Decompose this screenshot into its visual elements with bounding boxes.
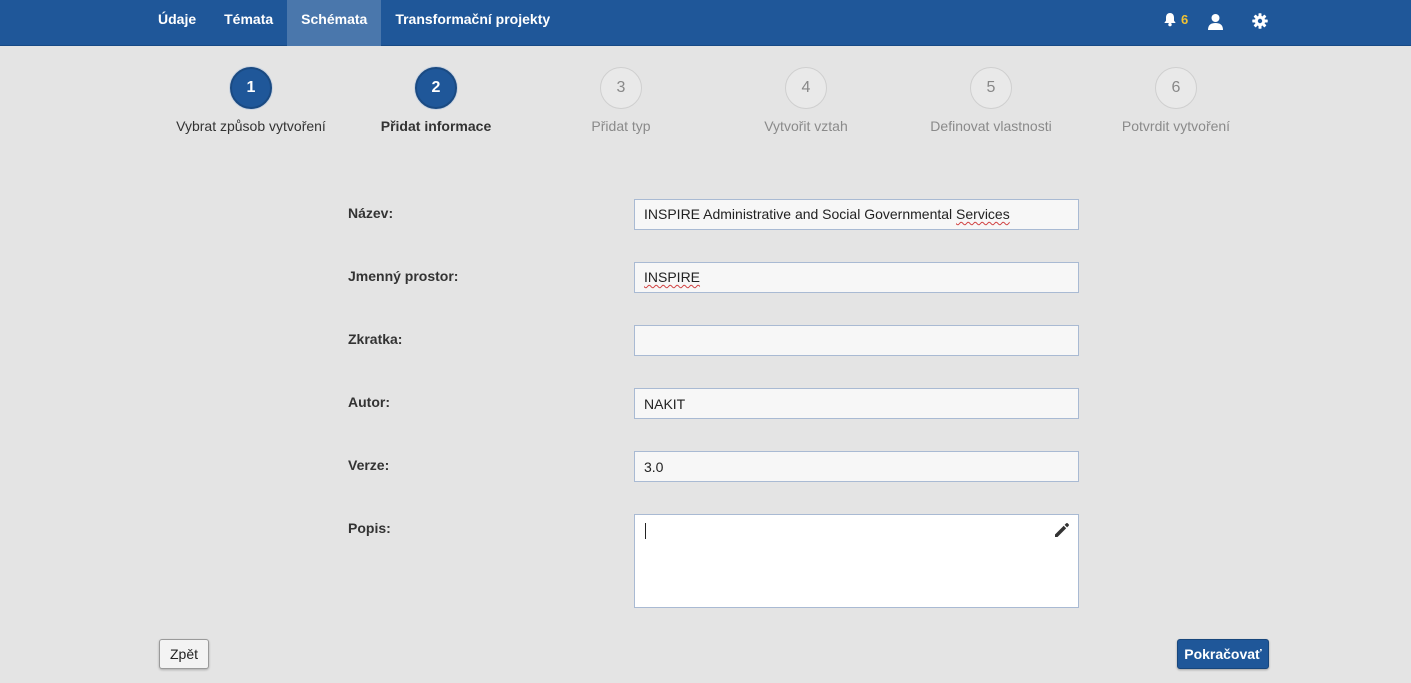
step-5-define-properties: 5 Definovat vlastnosti — [896, 67, 1086, 134]
description-textarea[interactable] — [634, 514, 1079, 608]
description-label: Popis: — [348, 520, 391, 536]
notification-count-badge: 6 — [1181, 12, 1189, 27]
settings-button[interactable] — [1252, 13, 1268, 34]
namespace-value: INSPIRE — [644, 269, 701, 285]
step-label: Vytvořit vztah — [764, 118, 848, 134]
step-label: Vybrat způsob vytvoření — [176, 118, 326, 134]
step-label: Přidat typ — [591, 118, 651, 134]
step-label: Definovat vlastnosti — [930, 118, 1052, 134]
step-label: Potvrdit vytvoření — [1121, 118, 1231, 134]
edit-description-button[interactable] — [1052, 520, 1072, 545]
nav-item-temata[interactable]: Témata — [210, 0, 287, 46]
version-field[interactable] — [634, 451, 1079, 482]
author-field[interactable] — [634, 388, 1079, 419]
step-2-add-information[interactable]: 2 Přidat informace — [341, 67, 531, 134]
nav-item-transformacni-projekty[interactable]: Transformační projekty — [381, 0, 564, 46]
step-3-add-type: 3 Přidat typ — [526, 67, 716, 134]
user-menu-button[interactable] — [1207, 13, 1224, 35]
gear-icon — [1252, 13, 1268, 29]
step-number: 5 — [970, 67, 1012, 109]
abbreviation-field[interactable] — [634, 325, 1079, 356]
step-4-create-relation: 4 Vytvořit vztah — [711, 67, 901, 134]
pencil-icon — [1055, 523, 1069, 537]
main-nav: Údaje Témata Schémata Transformační proj… — [144, 0, 564, 46]
step-number: 2 — [415, 67, 457, 109]
notifications-button[interactable]: 6 — [1163, 12, 1188, 27]
step-number: 1 — [230, 67, 272, 109]
nav-item-schemata[interactable]: Schémata — [287, 0, 382, 46]
step-1-choose-method[interactable]: 1 Vybrat způsob vytvoření — [156, 67, 346, 134]
step-number: 6 — [1155, 67, 1197, 109]
nav-item-udaje[interactable]: Údaje — [144, 0, 210, 46]
continue-button[interactable]: Pokračovať — [1177, 639, 1269, 669]
name-value-flagged-word: Services — [956, 206, 1010, 222]
step-label: Přidat informace — [380, 118, 492, 134]
bell-icon — [1164, 13, 1176, 27]
step-number: 3 — [600, 67, 642, 109]
name-value: INSPIRE Administrative and Social Govern… — [644, 206, 957, 222]
author-label: Autor: — [348, 394, 390, 410]
top-navigation-bar: Údaje Témata Schémata Transformační proj… — [0, 0, 1411, 46]
step-6-confirm-creation: 6 Potvrdit vytvoření — [1081, 67, 1271, 134]
back-button[interactable]: Zpět — [159, 639, 209, 669]
text-caret — [645, 523, 646, 539]
step-number: 4 — [785, 67, 827, 109]
namespace-field[interactable]: INSPIRE — [634, 262, 1079, 293]
name-field[interactable]: INSPIRE Administrative and Social Govern… — [634, 199, 1079, 230]
user-icon — [1208, 14, 1223, 30]
abbreviation-label: Zkratka: — [348, 331, 403, 347]
name-label: Název: — [348, 205, 394, 221]
namespace-label: Jmenný prostor: — [348, 268, 459, 284]
version-label: Verze: — [348, 457, 390, 473]
